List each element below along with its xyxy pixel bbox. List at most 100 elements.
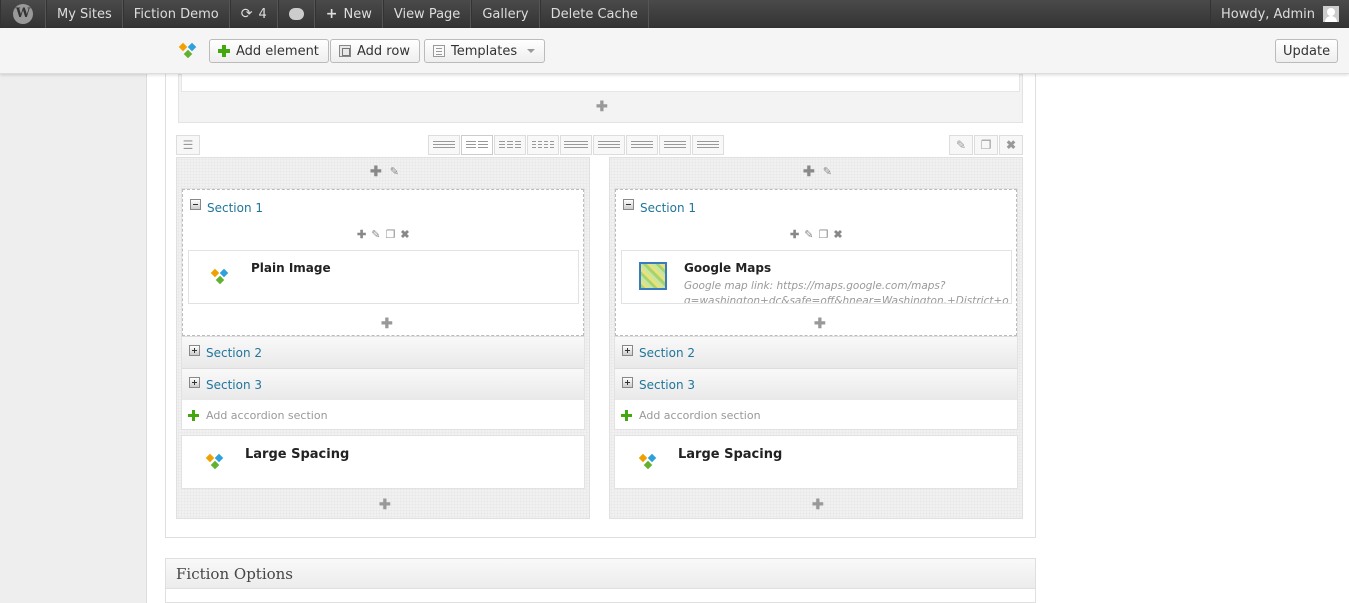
- accordion-section-closed[interactable]: Section 2: [182, 336, 584, 368]
- delete-icon[interactable]: ✖: [400, 228, 409, 241]
- duplicate-row-icon[interactable]: ❐: [974, 135, 998, 155]
- add-accordion-label: Add accordion section: [206, 408, 328, 422]
- plus-icon: +: [325, 6, 338, 22]
- spacing-icon: [205, 453, 224, 471]
- builder-logo-icon: [178, 42, 197, 60]
- add-element-button[interactable]: Add element: [209, 39, 329, 63]
- plain-image-icon: [210, 268, 229, 286]
- edit-row-icon[interactable]: ✎: [949, 135, 973, 155]
- layout-7-col[interactable]: [626, 135, 658, 155]
- delete-icon[interactable]: ✖: [833, 228, 842, 241]
- column-left: ✚ ✎ Section 1 ✚ ✎ ❐ ✖ Plain Image ✚ Section …: [176, 157, 590, 519]
- add-element-plus-icon[interactable]: ✚: [379, 496, 391, 513]
- avatar: [1323, 6, 1339, 22]
- account-menu[interactable]: Howdy, Admin: [1209, 0, 1349, 28]
- edit-pencil-icon[interactable]: ✎: [390, 165, 399, 178]
- layout-4-col[interactable]: [527, 135, 559, 155]
- add-plus-icon[interactable]: ✚: [357, 228, 366, 241]
- duplicate-icon[interactable]: ❐: [385, 228, 395, 241]
- section-tools: ✚ ✎ ❐ ✖: [790, 228, 843, 241]
- spacing-icon: [638, 453, 657, 471]
- add-plus-icon[interactable]: ✚: [790, 228, 799, 241]
- admin-bar: My Sites Fiction Demo ⟳4 +New View Page …: [0, 0, 1349, 28]
- layout-3-col[interactable]: [494, 135, 526, 155]
- chevron-down-icon: [527, 49, 536, 53]
- add-accordion-section[interactable]: Add accordion section: [615, 401, 1017, 429]
- comments-link[interactable]: [277, 0, 315, 28]
- previous-row-inner: [181, 74, 1020, 92]
- add-plus-icon[interactable]: ✚: [370, 163, 382, 180]
- collapse-icon[interactable]: [623, 199, 634, 210]
- column-tools: ✚ ✎: [370, 163, 399, 180]
- section-title[interactable]: Section 1: [640, 201, 696, 215]
- wordpress-logo-icon[interactable]: [0, 0, 46, 28]
- add-element-plus-icon[interactable]: ✚: [596, 98, 608, 115]
- add-element-icon: [218, 45, 230, 57]
- edit-pencil-icon[interactable]: ✎: [371, 228, 380, 241]
- element-large-spacing[interactable]: Large Spacing: [181, 435, 585, 489]
- accordion: Section 1 ✚ ✎ ❐ ✖ Google Maps Google map li…: [614, 188, 1018, 430]
- duplicate-icon[interactable]: ❐: [818, 228, 828, 241]
- expand-icon[interactable]: [622, 345, 633, 356]
- section-title[interactable]: Section 1: [207, 201, 263, 215]
- column-tools: ✚ ✎: [803, 163, 832, 180]
- edit-pencil-icon[interactable]: ✎: [804, 228, 813, 241]
- view-page-link[interactable]: View Page: [382, 0, 472, 28]
- collapse-icon[interactable]: [190, 199, 201, 210]
- column-right: ✚ ✎ Section 1 ✚ ✎ ❐ ✖ Google Maps Google map…: [609, 157, 1023, 519]
- add-element-label: Add element: [236, 43, 319, 59]
- builder-row: ☰ ✎ ❐ ✖ ✚ ✎ Section 1 ✚ ✎ ❐ ✖ Plain Image: [176, 132, 1024, 520]
- updates-count: 4: [258, 6, 267, 22]
- section-title[interactable]: Section 2: [206, 346, 262, 360]
- new-content-link[interactable]: + New: [314, 0, 383, 28]
- add-row-button[interactable]: Add row: [330, 39, 420, 63]
- site-name-link[interactable]: Fiction Demo: [122, 0, 230, 28]
- expand-icon[interactable]: [189, 377, 200, 388]
- gallery-link[interactable]: Gallery: [471, 0, 540, 28]
- add-element-plus-icon[interactable]: ✚: [381, 315, 393, 332]
- element-description: Google map link: https://maps.google.com…: [684, 280, 1009, 303]
- layout-1-col[interactable]: [428, 135, 460, 155]
- layout-5-col[interactable]: [560, 135, 592, 155]
- layout-9-col[interactable]: [692, 135, 724, 155]
- accordion-section-closed[interactable]: Section 3: [182, 368, 584, 400]
- my-sites-link[interactable]: My Sites: [46, 0, 123, 28]
- add-plus-icon[interactable]: ✚: [803, 163, 815, 180]
- layout-8-col[interactable]: [659, 135, 691, 155]
- edit-pencil-icon[interactable]: ✎: [823, 165, 832, 178]
- accordion-section-closed[interactable]: Section 2: [615, 336, 1017, 368]
- add-accordion-section[interactable]: Add accordion section: [182, 401, 584, 429]
- section-title[interactable]: Section 2: [639, 346, 695, 360]
- previous-row: ✚: [178, 74, 1023, 123]
- expand-icon[interactable]: [189, 345, 200, 356]
- element-name: Large Spacing: [678, 447, 783, 462]
- fiction-options-header[interactable]: Fiction Options: [166, 559, 1035, 589]
- row-icon: [339, 45, 351, 57]
- templates-icon: [433, 45, 445, 57]
- delete-cache-link[interactable]: Delete Cache: [539, 0, 649, 28]
- element-plain-image[interactable]: Plain Image: [188, 250, 579, 304]
- layout-2-col[interactable]: [461, 135, 493, 155]
- accordion-section-closed[interactable]: Section 3: [615, 368, 1017, 400]
- element-google-maps[interactable]: Google Maps Google map link: https://map…: [621, 250, 1012, 304]
- section-title[interactable]: Section 3: [639, 378, 695, 392]
- element-name: Google Maps: [684, 261, 772, 275]
- add-element-plus-icon[interactable]: ✚: [812, 496, 824, 513]
- expand-icon[interactable]: [622, 377, 633, 388]
- add-element-plus-icon[interactable]: ✚: [814, 315, 826, 332]
- section-title[interactable]: Section 3: [206, 378, 262, 392]
- element-name: Large Spacing: [245, 447, 350, 462]
- updates-link[interactable]: ⟳ 4: [229, 0, 278, 28]
- element-name: Plain Image: [251, 261, 331, 275]
- update-button[interactable]: Update: [1275, 39, 1339, 63]
- delete-row-icon[interactable]: ✖: [999, 135, 1023, 155]
- templates-label: Templates: [451, 43, 518, 59]
- templates-button[interactable]: Templates: [424, 39, 546, 63]
- drag-handle-icon[interactable]: ☰: [176, 135, 200, 155]
- row-header: ☰ ✎ ❐ ✖: [176, 132, 1024, 157]
- element-large-spacing[interactable]: Large Spacing: [614, 435, 1018, 489]
- layout-6-col[interactable]: [593, 135, 625, 155]
- accordion-section-open: Section 1 ✚ ✎ ❐ ✖ Google Maps Google map li…: [615, 189, 1017, 336]
- section-tools: ✚ ✎ ❐ ✖: [357, 228, 410, 241]
- fiction-options-box: Fiction Options: [165, 558, 1036, 603]
